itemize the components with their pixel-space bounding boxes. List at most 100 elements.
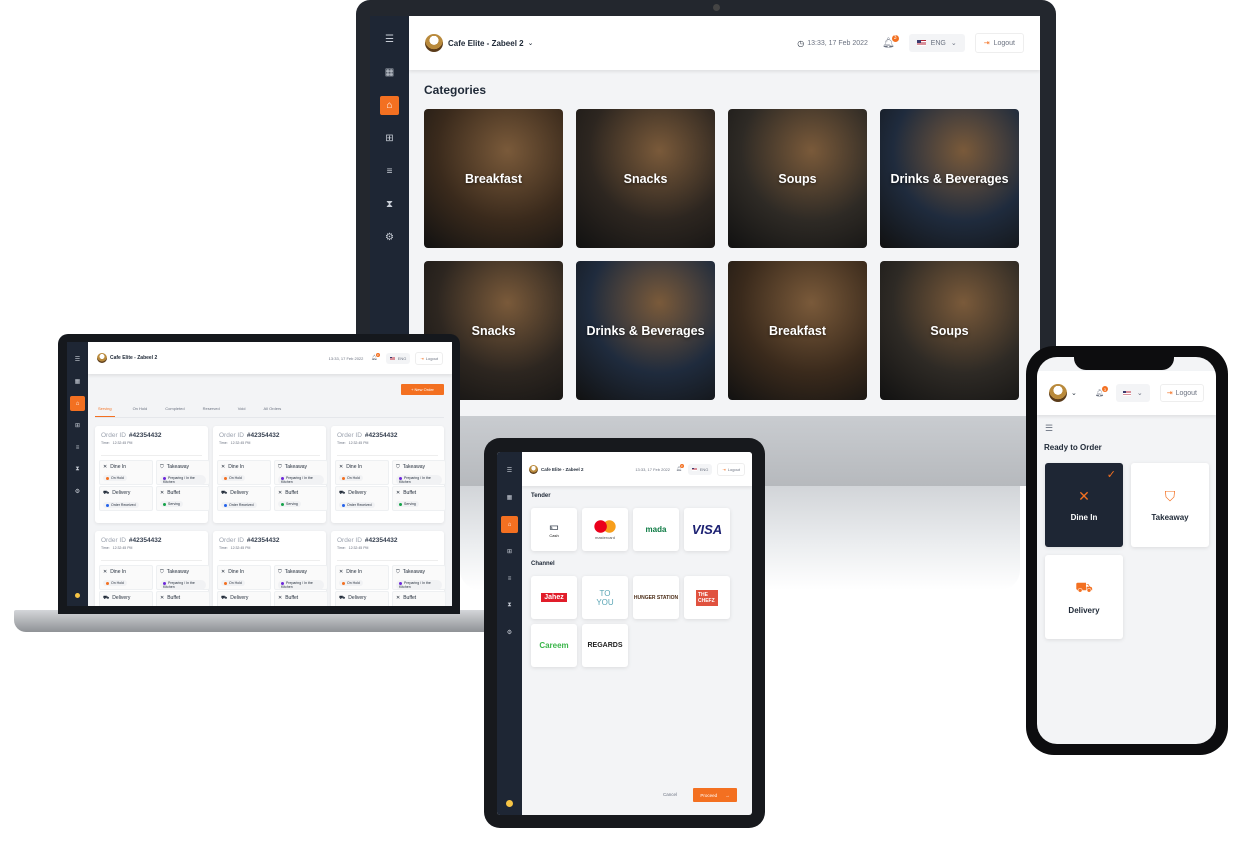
category-tile[interactable]: Snacks (576, 109, 715, 248)
order-card[interactable]: Order ID #42354432 Time: 12:32:45 PM ✕ Dine I… (331, 531, 446, 606)
order-type-delivery[interactable]: ⛟ Delivery (1045, 555, 1123, 639)
tab-completed[interactable]: Completed (165, 406, 184, 417)
basket-icon[interactable]: ⌂ (70, 396, 85, 411)
order-type-dine-in[interactable]: ✕ Dine In ✓ (1045, 463, 1123, 547)
order-type-buffet[interactable]: ✕BuffetServing (156, 591, 210, 606)
order-type-dine-in[interactable]: ✕ Dine In On Hold (99, 460, 153, 485)
menu-icon[interactable]: ☰ (501, 462, 518, 479)
logout-button[interactable]: ⇥ Logout (717, 462, 745, 476)
order-type-delivery[interactable]: ⛟DeliveryOrder Received (217, 486, 271, 511)
order-type-dine-in[interactable]: ✕ Dine In On Hold (99, 565, 153, 590)
avatar[interactable] (75, 593, 80, 598)
category-tile[interactable]: Drinks & Beverages (576, 261, 715, 400)
channel-regards[interactable]: REGARDS (582, 624, 628, 667)
hourglass-icon[interactable]: ⧗ (501, 597, 518, 614)
bell-icon[interactable]: 🔔︎ 3 (882, 34, 899, 49)
order-card[interactable]: Order ID #42354432 Time: 12:32:45 PM ✕ Dine I… (95, 531, 210, 606)
order-type-takeaway[interactable]: ⛉ Takeaway Preparing / In the Kitchen (274, 565, 328, 590)
category-tile[interactable]: Breakfast (424, 109, 563, 248)
menu-icon[interactable]: ☰ (70, 352, 85, 367)
list-icon[interactable]: ≡ (501, 570, 518, 587)
table-icon[interactable]: ⊞ (501, 543, 518, 560)
building-icon[interactable]: ▦ (380, 63, 399, 82)
channel-careem[interactable]: Careem (531, 624, 577, 667)
order-type-delivery[interactable]: ⛟DeliveryOrder Received (335, 591, 389, 606)
order-type-buffet[interactable]: ✕BuffetServing (392, 486, 446, 511)
tender-cash[interactable]: 💵︎ Cash (531, 508, 577, 551)
gear-icon[interactable]: ⚙ (501, 624, 518, 641)
tab-void[interactable]: Void (238, 406, 246, 417)
order-type-takeaway[interactable]: ⛉ Takeaway Preparing / In the Kitchen (274, 460, 328, 485)
order-type-takeaway[interactable]: ⛉ Takeaway Preparing / In the Kitchen (156, 460, 210, 485)
order-type-dine-in[interactable]: ✕ Dine In On Hold (217, 460, 271, 485)
order-card[interactable]: Order ID #42354432 Time: 12:32:45 PM ✕ Dine I… (331, 426, 446, 523)
order-type-takeaway[interactable]: ⛉ Takeaway (1131, 463, 1209, 547)
cancel-button[interactable]: Cancel (663, 792, 677, 797)
gear-icon[interactable]: ⚙ (380, 228, 399, 247)
building-icon[interactable]: ▦ (501, 489, 518, 506)
bell-icon[interactable]: 🔔︎ 3 (676, 464, 684, 472)
tender-mada[interactable]: mada (633, 508, 679, 551)
list-icon[interactable]: ≡ (380, 162, 399, 181)
language-select[interactable]: ⌄ (1115, 384, 1150, 402)
order-type-takeaway[interactable]: ⛉ Takeaway Preparing / In the Kitchen (392, 460, 446, 485)
language-select[interactable]: ENG (687, 463, 713, 475)
order-type-delivery[interactable]: ⛟DeliveryOrder Received (217, 591, 271, 606)
tender-mastercard[interactable]: mastercard (582, 508, 628, 551)
tab-reserved[interactable]: Reserved (203, 406, 220, 417)
order-type-buffet[interactable]: ✕BuffetServing (274, 486, 328, 511)
table-icon[interactable]: ⊞ (70, 418, 85, 433)
logout-button[interactable]: ⇥ Logout (1159, 384, 1204, 402)
order-type-dine-in[interactable]: ✕ Dine In On Hold (335, 565, 389, 590)
basket-icon[interactable]: ⌂ (380, 96, 399, 115)
language-select[interactable]: ENG (385, 352, 411, 364)
language-select[interactable]: ENG ⌄ (908, 34, 965, 52)
restaurant-logo[interactable] (1049, 384, 1067, 402)
menu-icon[interactable]: ☰ (380, 30, 399, 49)
order-card[interactable]: Order ID #42354432 Time: 12:32:45 PM ✕ Dine I… (213, 531, 328, 606)
gear-icon[interactable]: ⚙ (70, 484, 85, 499)
chevron-down-icon[interactable]: ⌄ (528, 39, 534, 47)
table-icon[interactable]: ⊞ (380, 129, 399, 148)
order-card[interactable]: Order ID #42354432 Time: 12:32:45 PM ✕ Dine I… (213, 426, 328, 523)
category-tile[interactable]: Drinks & Beverages (880, 109, 1019, 248)
hourglass-icon[interactable]: ⧗ (380, 195, 399, 214)
order-type-buffet[interactable]: ✕BuffetServing (156, 486, 210, 511)
channel-hunger-station[interactable]: HUNGER STATION (633, 576, 679, 619)
order-card[interactable]: Order ID #42354432 Time: 12:32:45 PM ✕ Dine I… (95, 426, 210, 523)
order-type-delivery[interactable]: ⛟DeliveryOrder Received (335, 486, 389, 511)
order-type-takeaway[interactable]: ⛉ Takeaway Preparing / In the Kitchen (156, 565, 210, 590)
restaurant-name[interactable]: Cafe Elite - Zabeel 2 (448, 39, 524, 48)
order-type-buffet[interactable]: ✕BuffetServing (392, 591, 446, 606)
tender-visa[interactable]: VISA (684, 508, 730, 551)
tab-on-hold[interactable]: On Hold (133, 406, 148, 417)
order-type-dine-in[interactable]: ✕ Dine In On Hold (217, 565, 271, 590)
bell-icon[interactable]: 🔔︎ 3 (371, 353, 380, 361)
basket-icon[interactable]: ⌂ (501, 516, 518, 533)
channel-to-you[interactable]: TO YOU (582, 576, 628, 619)
list-icon[interactable]: ≡ (70, 440, 85, 455)
order-type-delivery[interactable]: ⛟DeliveryOrder Received (99, 591, 153, 606)
logout-button[interactable]: ⇥ Logout (974, 33, 1024, 53)
logout-button[interactable]: ⇥ Logout (415, 351, 443, 365)
category-tile[interactable]: Soups (728, 109, 867, 248)
order-type-buffet[interactable]: ✕BuffetServing (274, 591, 328, 606)
channel-the-chefz[interactable]: THE CHEFZ (684, 576, 730, 619)
chevron-down-icon[interactable]: ⌄ (1071, 389, 1077, 397)
category-tile[interactable]: Breakfast (728, 261, 867, 400)
category-tile[interactable]: Soups (880, 261, 1019, 400)
restaurant-name[interactable]: Cafe Elite - Zabeel 2 (110, 355, 157, 361)
hourglass-icon[interactable]: ⧗ (70, 462, 85, 477)
bell-icon[interactable]: 🔔︎ 3 (1095, 386, 1108, 397)
order-type-takeaway[interactable]: ⛉ Takeaway Preparing / In the Kitchen (392, 565, 446, 590)
new-order-button[interactable]: + New Order (401, 384, 444, 395)
menu-icon[interactable]: ☰ (1045, 423, 1053, 434)
channel-jahez[interactable]: Jahez (531, 576, 577, 619)
restaurant-name[interactable]: Cafe Elite - Zabeel 2 (541, 467, 584, 472)
building-icon[interactable]: ▦ (70, 374, 85, 389)
tab-serving[interactable]: Serving (95, 406, 115, 417)
order-type-delivery[interactable]: ⛟DeliveryOrder Received (99, 486, 153, 511)
order-type-dine-in[interactable]: ✕ Dine In On Hold (335, 460, 389, 485)
tab-all-orders[interactable]: All Orders (264, 406, 282, 417)
avatar[interactable] (506, 800, 513, 807)
